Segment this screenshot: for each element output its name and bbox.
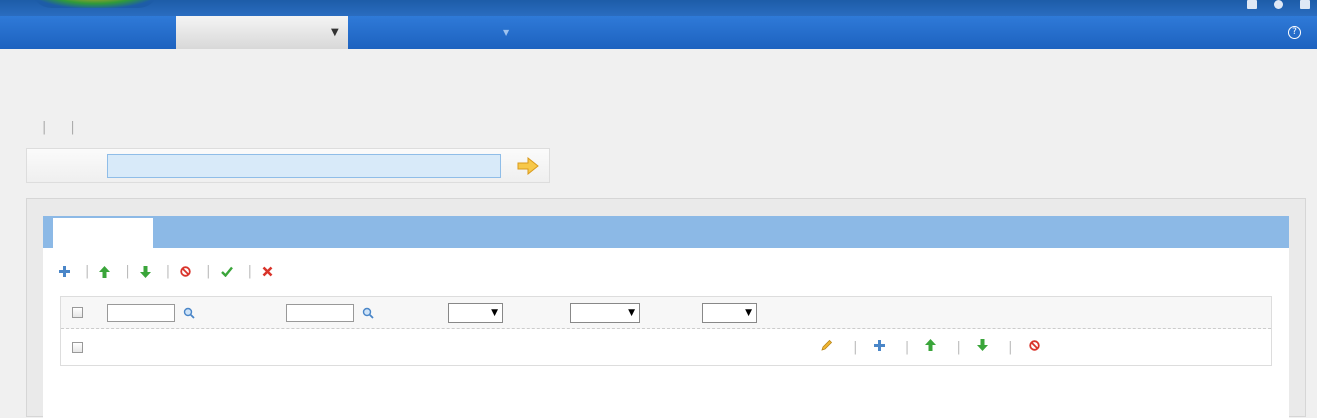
edit-button[interactable] [821,339,837,351]
content-panel: | | | | | ▼ ▼ ▼ | | | | [26,198,1306,418]
forbid-icon [1028,340,1040,351]
arrow-down-icon [977,339,989,351]
check-select[interactable]: ▼ [702,302,757,323]
row-checkbox[interactable] [72,342,83,353]
add-button[interactable] [59,266,75,277]
status-select[interactable]: ▼ [570,302,640,323]
forbid-icon [180,266,191,277]
nav-item-system-management[interactable]: ▼ [348,16,528,49]
chevron-down-icon: ▼ [628,307,635,318]
batch-halve-button[interactable] [139,265,156,278]
check-filter: ▼ [700,297,757,329]
halve-weight-button[interactable] [977,339,992,351]
cross-icon [262,266,273,277]
divider: | [42,120,47,135]
help-link[interactable]: ? [1288,16,1305,49]
user-icon [1274,0,1283,9]
divider: | [125,264,130,279]
plus-icon [873,340,885,351]
tab-owners[interactable] [747,216,843,248]
user-greeting [1274,0,1286,16]
copy-button[interactable] [873,340,889,351]
arrow-up-icon [99,265,111,278]
tab-load-balance[interactable] [648,216,744,248]
arrow-down-icon [139,265,151,278]
providers-table: ▼ ▼ ▼ | | | | [60,296,1272,366]
weight-filter [284,297,374,329]
type-select[interactable]: ▼ [448,302,503,323]
tab-routing-rules[interactable] [253,216,349,248]
check-icon [220,266,233,277]
chevron-down-icon: ▼ [503,28,510,37]
batch-double-button[interactable] [99,265,115,278]
double-weight-button[interactable] [925,339,940,351]
nav-item-home[interactable] [0,16,176,49]
logout-icon [1300,0,1310,9]
divider: | [904,340,910,355]
logout-link[interactable] [1300,0,1313,16]
search-type-tabs: | | [30,120,87,151]
search-arrow-icon[interactable] [517,157,539,175]
weight-filter-input[interactable] [286,303,354,322]
search-icon[interactable] [362,307,374,319]
ip-filter-input[interactable] [107,303,175,322]
table-header: ▼ ▼ ▼ [61,297,1271,329]
disable-button[interactable] [1028,340,1044,351]
divider: | [247,264,252,279]
plus-icon [59,266,70,277]
divider: | [206,264,211,279]
batch-enable-button[interactable] [220,266,238,277]
batch-delete-button[interactable] [262,266,278,277]
search-input[interactable] [107,154,501,178]
nav-item-service-governance[interactable]: ▼ [176,16,348,49]
search-icon[interactable] [183,307,195,319]
type-filter: ▼ [446,297,503,329]
batch-actions: | | | | | [59,264,278,279]
divider: | [165,264,171,279]
divider: | [1008,340,1013,355]
chevron-down-icon: ▼ [491,307,498,318]
tab-weight-adjust[interactable] [549,216,645,248]
tab-dynamic-config[interactable] [351,216,447,248]
ip-filter [105,297,195,329]
language-link[interactable] [1247,0,1260,16]
search-bar [26,148,550,183]
main-tabs [43,216,1289,248]
pencil-icon [821,339,833,351]
logo [30,0,160,8]
top-links [1247,0,1313,16]
tab-providers[interactable] [53,216,153,248]
tab-consumers[interactable] [155,216,251,248]
divider: | [85,264,90,279]
status-filter: ▼ [568,297,640,329]
row-operations: | | | | [821,330,1044,366]
tab-access-control[interactable] [450,216,546,248]
divider: | [956,340,961,355]
document-icon [1247,0,1257,9]
select-all-checkbox[interactable] [72,307,83,318]
chevron-down-icon: ▼ [745,307,752,318]
content-inner: | | | | | ▼ ▼ ▼ | | | | [43,216,1289,418]
main-nav: ▼ ▼ ? [0,16,1317,49]
arrow-up-icon [925,339,937,351]
help-icon: ? [1288,26,1301,39]
divider: | [853,340,858,355]
batch-disable-button[interactable] [180,266,196,277]
chevron-down-icon: ▼ [331,27,339,38]
table-row: | | | | [61,330,1271,366]
divider: | [70,120,75,135]
top-bar [0,0,1317,16]
